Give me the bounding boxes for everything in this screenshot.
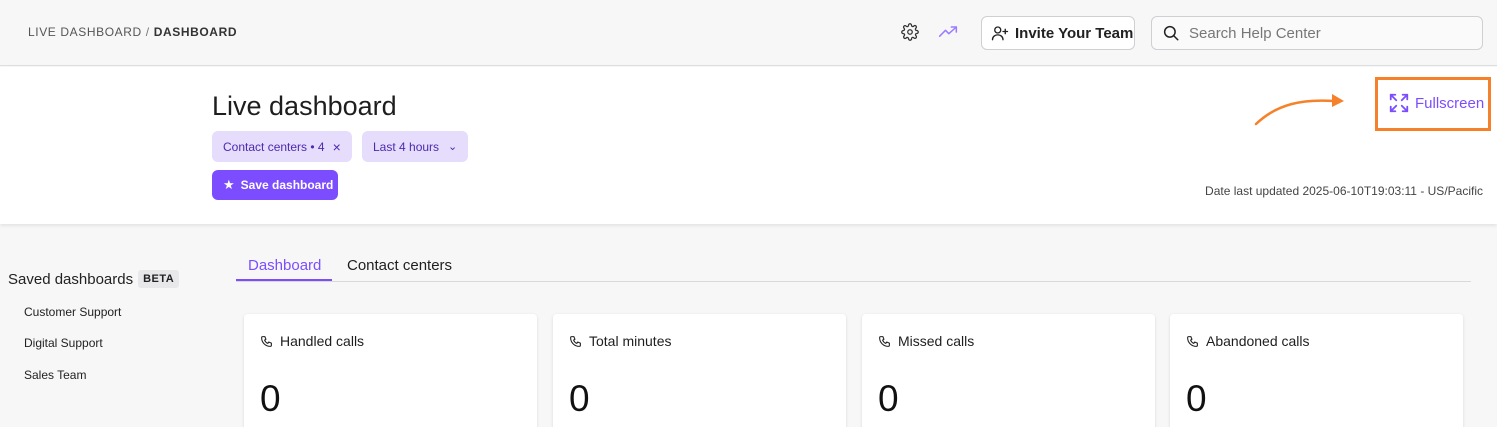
dashboard-header: Live dashboard Contact centers • 4 × Las… xyxy=(0,67,1497,224)
page-title: Live dashboard xyxy=(212,91,397,121)
search-icon xyxy=(1163,25,1179,41)
phone-icon xyxy=(570,335,581,347)
filter-chip-label: Contact centers • 4 xyxy=(223,139,325,154)
phone-icon xyxy=(879,335,890,347)
saved-dashboard-item[interactable]: Customer Support xyxy=(24,305,121,319)
breadcrumb-parent[interactable]: LIVE DASHBOARD xyxy=(28,25,142,39)
saved-dashboards-heading: Saved dashboards BETA xyxy=(8,270,180,288)
beta-badge: BETA xyxy=(138,270,180,288)
save-dashboard-label: Save dashboard xyxy=(240,178,334,192)
card-value: 0 xyxy=(569,378,590,419)
metric-card-total-minutes: Total minutes 0 xyxy=(553,314,846,427)
top-bar: LIVE DASHBOARD / DASHBOARD Invite Your Tea… xyxy=(0,0,1497,66)
filter-chip-time-range[interactable]: Last 4 hours ⌄ xyxy=(362,131,469,162)
filter-chip-label: Last 4 hours xyxy=(373,139,440,154)
date-last-updated: Date last updated 2025-06-10T19:03:11 - … xyxy=(1205,184,1483,198)
saved-dashboard-item[interactable]: Sales Team xyxy=(24,368,86,382)
trending-up-icon[interactable] xyxy=(937,21,959,43)
tab-dashboard[interactable]: Dashboard xyxy=(248,257,321,274)
metric-card-missed-calls: Missed calls 0 xyxy=(862,314,1155,427)
dashboard-tabs: Dashboard Contact centers xyxy=(236,250,1471,282)
star-icon: ★ xyxy=(223,177,235,192)
fullscreen-label: Fullscreen xyxy=(1415,94,1485,112)
search-help-center[interactable] xyxy=(1151,16,1483,50)
card-title: Handled calls xyxy=(280,333,365,349)
saved-dashboards-title: Saved dashboards xyxy=(8,270,134,288)
phone-icon xyxy=(261,335,272,347)
phone-icon xyxy=(1187,335,1198,347)
active-tab-indicator xyxy=(236,279,332,281)
expand-icon xyxy=(1389,93,1409,113)
close-icon[interactable]: × xyxy=(333,139,341,155)
card-value: 0 xyxy=(878,378,899,419)
invite-team-button[interactable]: Invite Your Team xyxy=(981,16,1135,50)
metric-card-abandoned-calls: Abandoned calls 0 xyxy=(1170,314,1463,427)
card-title: Total minutes xyxy=(589,333,672,349)
breadcrumb-current: DASHBOARD xyxy=(153,25,238,39)
breadcrumb: LIVE DASHBOARD / DASHBOARD xyxy=(28,25,237,39)
chevron-down-icon: ⌄ xyxy=(448,141,458,153)
filter-chip-contact-centers[interactable]: Contact centers • 4 × xyxy=(212,131,352,162)
invite-team-label: Invite Your Team xyxy=(1015,24,1134,42)
annotation-arrow xyxy=(1254,94,1344,126)
fullscreen-button[interactable]: Fullscreen xyxy=(1388,92,1484,114)
saved-dashboard-item[interactable]: Digital Support xyxy=(24,336,103,350)
breadcrumb-separator: / xyxy=(145,25,150,39)
add-user-icon xyxy=(991,26,1009,41)
card-title: Abandoned calls xyxy=(1206,333,1310,349)
card-value: 0 xyxy=(1186,378,1207,419)
gear-icon[interactable] xyxy=(899,21,921,43)
metric-card-handled-calls: Handled calls 0 xyxy=(244,314,537,427)
save-dashboard-button[interactable]: ★ Save dashboard xyxy=(212,170,338,200)
card-title: Missed calls xyxy=(898,333,975,349)
search-input[interactable] xyxy=(1189,24,1469,42)
card-value: 0 xyxy=(260,378,281,419)
tab-contact-centers[interactable]: Contact centers xyxy=(347,257,452,274)
